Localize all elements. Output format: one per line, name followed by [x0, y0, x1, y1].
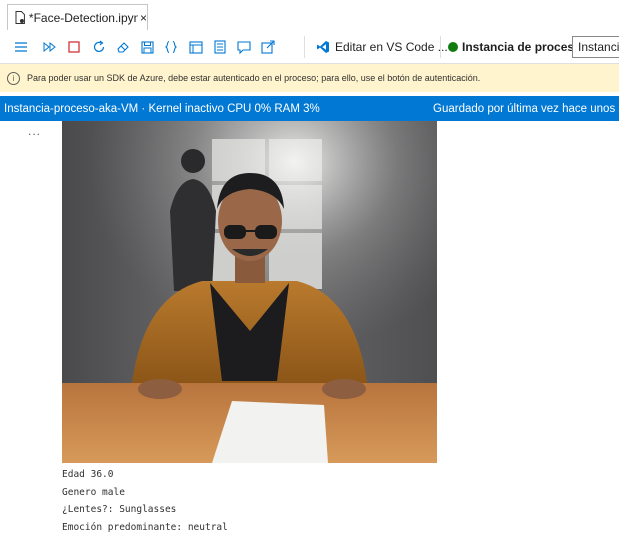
auth-warning-bar: i Para poder usar un SDK de Azure, debe …	[0, 64, 619, 92]
output-line-emotion: Emoción predominante: neutral	[62, 521, 228, 533]
run-all-icon[interactable]	[42, 39, 58, 55]
clear-outputs-icon[interactable]	[115, 39, 131, 55]
save-icon[interactable]	[139, 39, 155, 55]
variables-icon[interactable]	[163, 39, 179, 55]
vscode-label: Editar en VS Code ...	[335, 40, 448, 54]
kernel-status-bar: Instancia-proceso-aka-VM · Kernel inacti…	[0, 96, 619, 121]
notebook-tab[interactable]: *Face-Detection.ipynb ×	[7, 4, 148, 30]
close-icon[interactable]: ×	[140, 11, 147, 25]
notebook-file-icon	[15, 11, 25, 24]
toolbar-separator	[304, 36, 305, 58]
output-image	[62, 121, 437, 463]
output-line-gender: Genero male	[62, 486, 125, 498]
menu-icon[interactable]	[13, 39, 29, 55]
restart-icon[interactable]	[91, 39, 107, 55]
comments-icon[interactable]	[236, 39, 252, 55]
compute-label-text: Instancia de proceso:	[462, 40, 586, 54]
export-icon[interactable]	[260, 39, 276, 55]
compute-instance-label: Instancia de proceso:	[448, 37, 585, 57]
table-of-contents-icon[interactable]	[188, 39, 204, 55]
tab-title: *Face-Detection.ipynb	[28, 10, 138, 25]
kernel-status: Instancia-proceso-aka-VM · Kernel inacti…	[4, 102, 320, 115]
compute-instance-dropdown[interactable]: Instancia	[572, 36, 619, 58]
vscode-icon	[317, 41, 329, 53]
stop-icon[interactable]	[66, 39, 82, 55]
output-line-age: Edad 36.0	[62, 469, 114, 480]
toolbar-separator	[440, 36, 441, 58]
cell-collapse-toggle[interactable]: ...	[28, 124, 41, 138]
compute-status-icon	[448, 42, 458, 52]
output-line-glasses: ¿Lentes?: Sunglasses	[62, 504, 177, 515]
info-icon: i	[7, 71, 20, 85]
outline-icon[interactable]	[212, 39, 228, 55]
tab-bar: *Face-Detection.ipynb ×	[0, 0, 619, 32]
cell-output-text: Edad 36.0 Genero male ¿Lentes?: Sunglass…	[62, 466, 228, 536]
auth-warning-text: Para poder usar un SDK de Azure, debe es…	[27, 73, 481, 83]
notebook-toolbar: Editar en VS Code ... Instancia de proce…	[0, 31, 619, 64]
edit-in-vscode-button[interactable]: Editar en VS Code ...	[316, 37, 448, 57]
save-status: Guardado por última vez hace unos segund…	[433, 102, 619, 115]
